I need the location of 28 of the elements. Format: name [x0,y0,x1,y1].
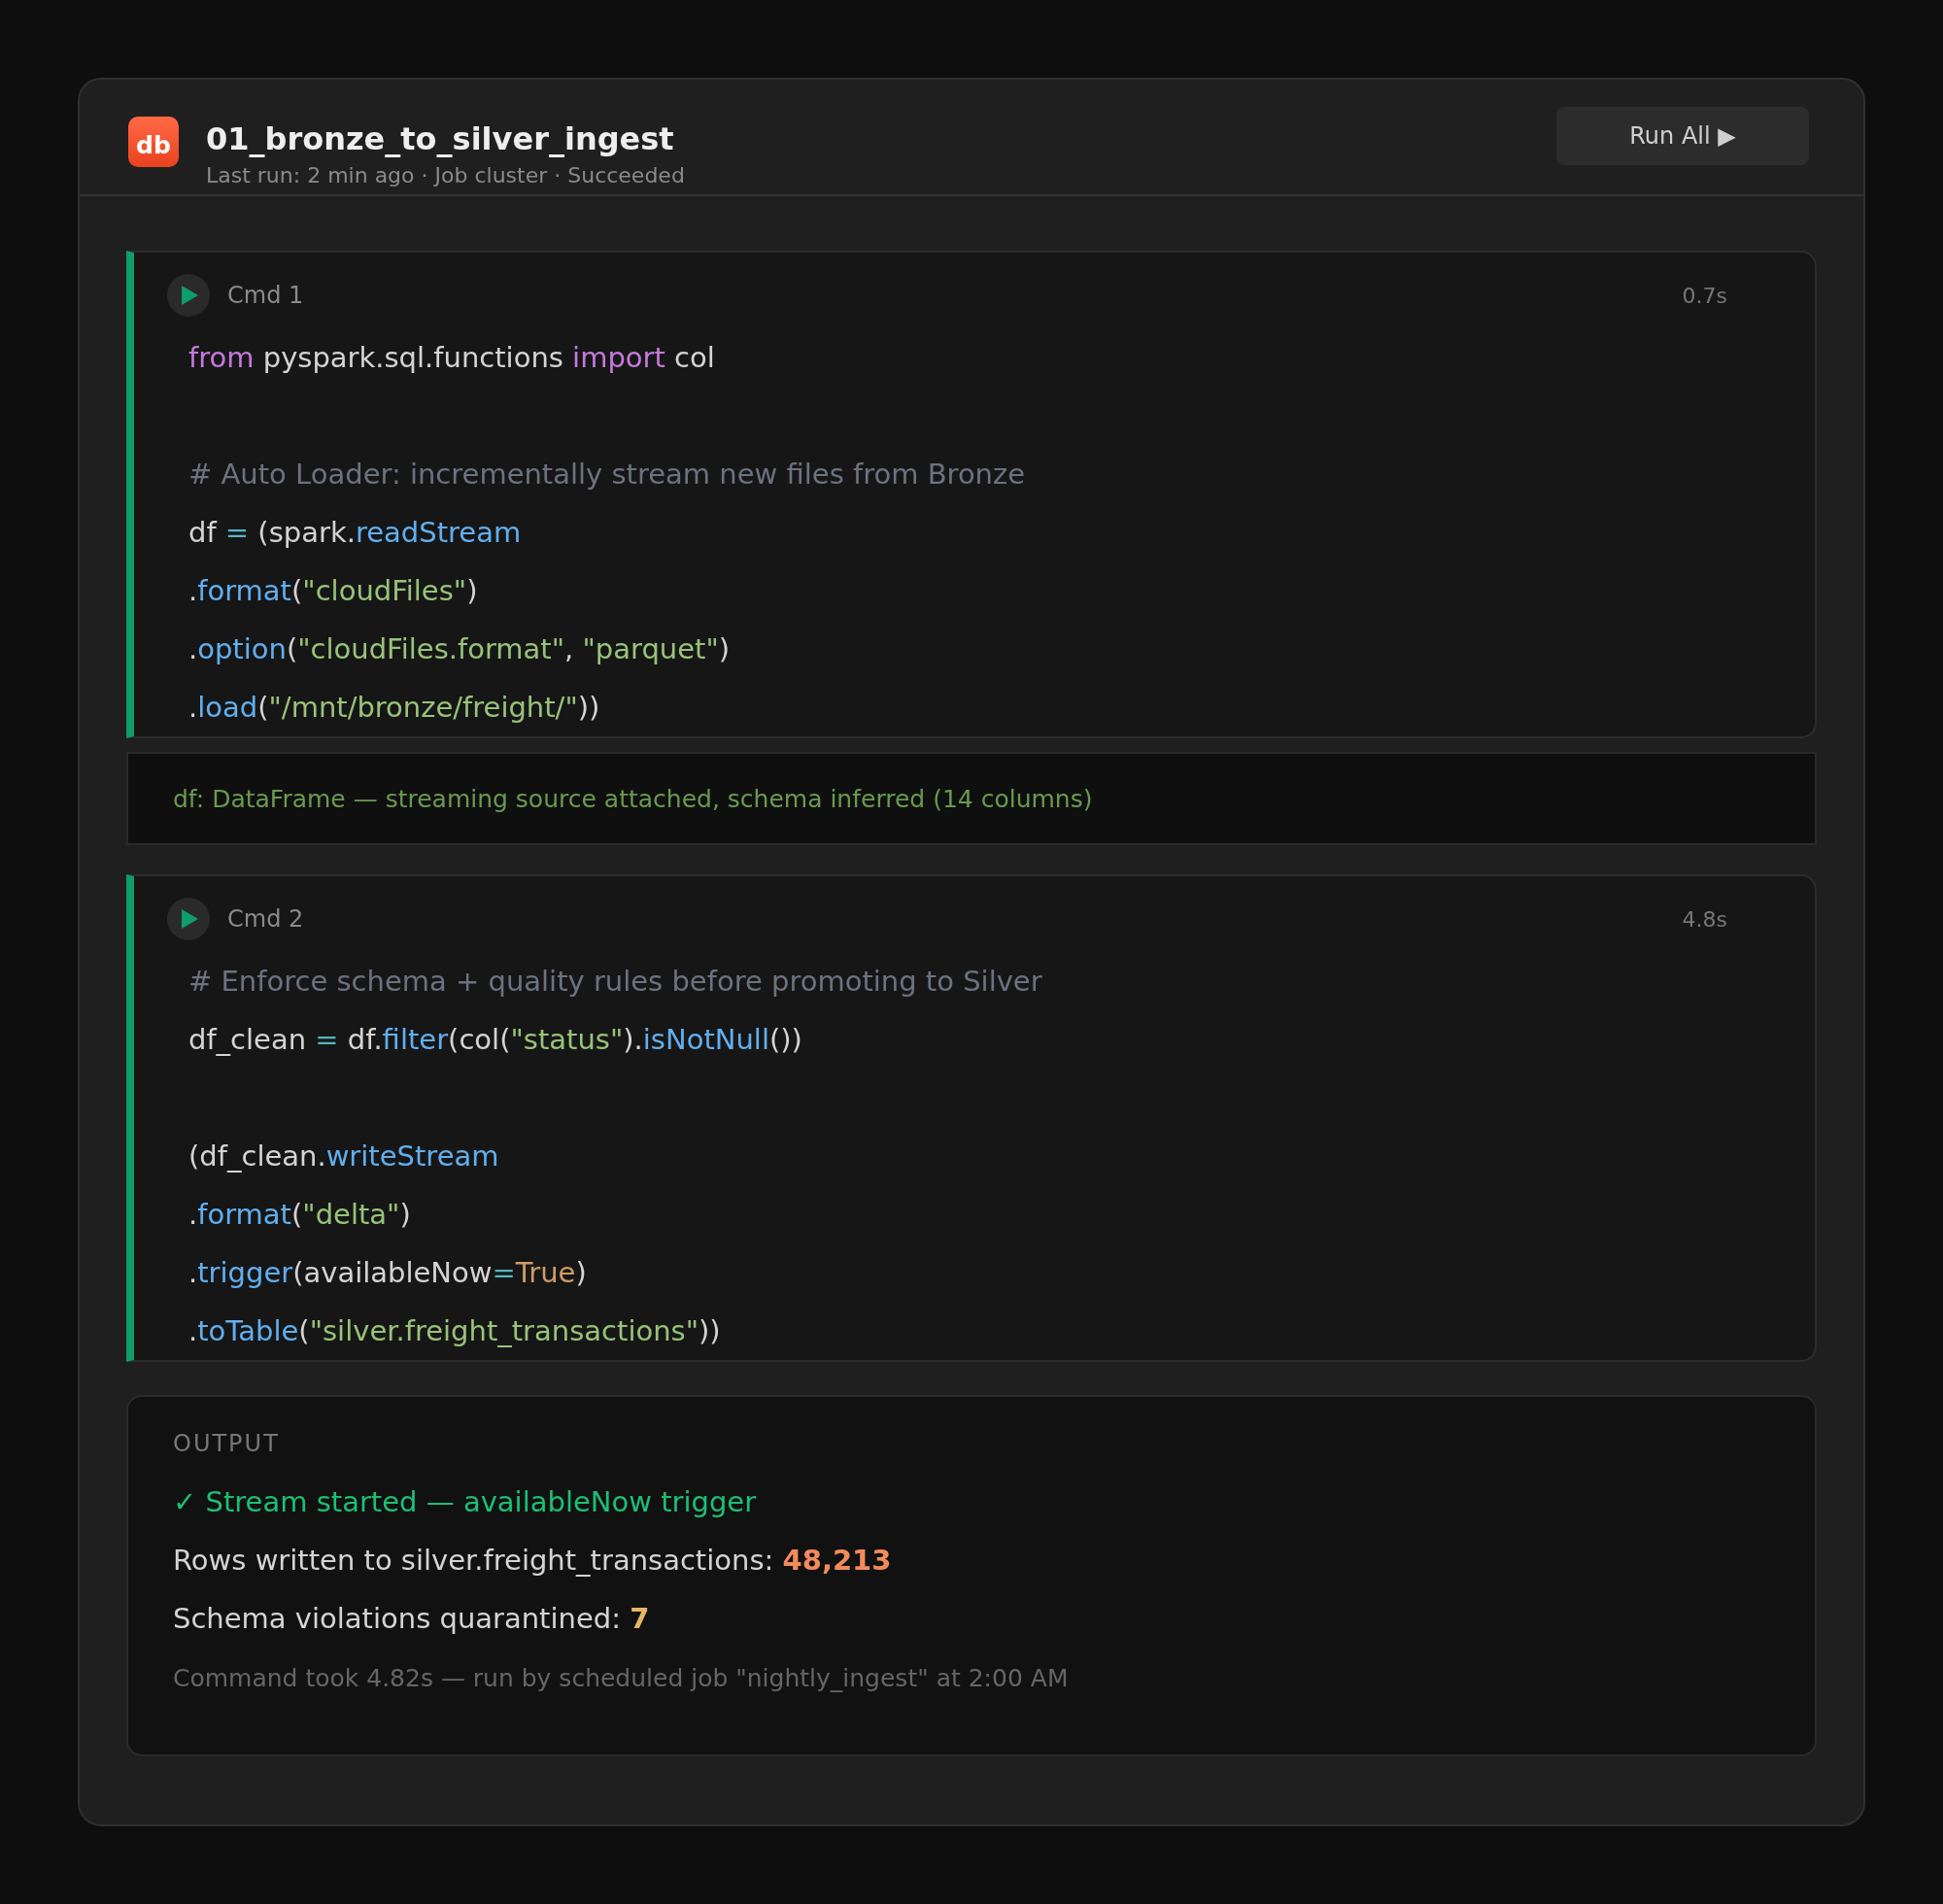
code-line: .format("delta") [188,1198,411,1231]
code-line: # Auto Loader: incrementally stream new files from Bronze [188,458,1026,491]
code-line: (df_clean.writeStream [188,1139,499,1173]
cell-label: Cmd 2 [227,905,305,933]
output-heading: OUTPUT [173,1430,281,1457]
logo-icon: db [128,117,179,167]
play-icon[interactable] [167,274,210,317]
run-status: Last run: 2 min ago · Job cluster · Succeeded [206,163,686,188]
output-stat: Rows written to silver.freight_transactions: 48,213 [173,1544,892,1577]
code-line: .load("/mnt/bronze/freight/")) [188,691,600,724]
code-line: .toTable("silver.freight_transactions")) [188,1314,721,1347]
code-line: .option("cloudFiles.format", "parquet") [188,632,731,665]
code-line: from pyspark.sql.functions import col [188,341,715,374]
duration: 4.8s [1682,906,1727,932]
command-timing: Command took 4.82s — run by scheduled job "nightly_ingest" at 2:00 AM [173,1664,1069,1692]
output-stat: Schema violations quarantined: 7 [173,1602,650,1635]
duration: 0.7s [1682,283,1727,308]
code-line: df_clean = df.filter(col("status").isNotNull()) [188,1023,802,1056]
cell-label: Cmd 1 [227,282,305,309]
result-text: df: DataFrame — streaming source attached, schema inferred (14 columns) [173,784,1093,813]
code-line: df = (spark.readStream [188,516,522,549]
code-line: # Enforce schema + quality rules before promoting to Silver [188,965,1042,998]
code-line: .trigger(availableNow=True) [188,1256,587,1289]
play-icon[interactable] [167,898,210,940]
success-message: ✓ Stream started — availableNow trigger [173,1485,757,1518]
code-line: .format("cloudFiles") [188,574,478,607]
run-all-button[interactable]: Run All ▶ [1556,107,1809,165]
notebook-title: 01_bronze_to_silver_ingest [206,119,675,159]
